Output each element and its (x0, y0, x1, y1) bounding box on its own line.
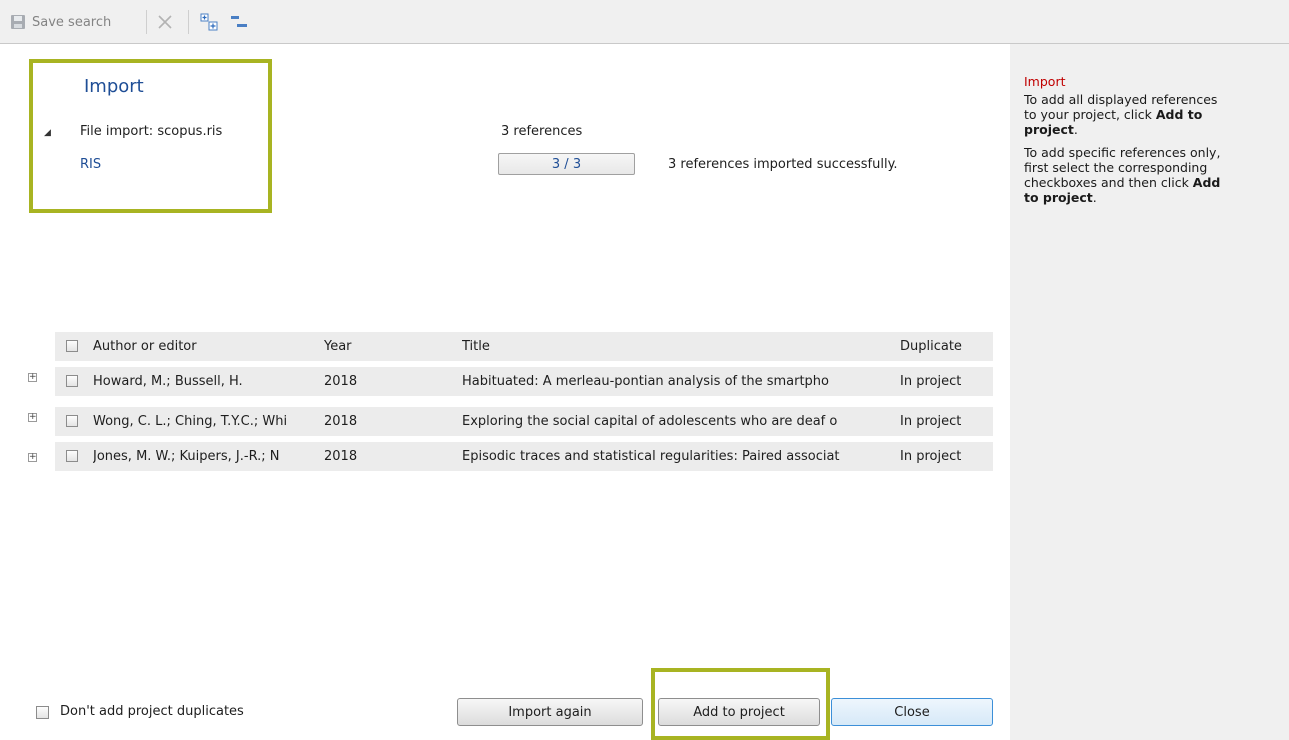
collapse-all-button[interactable] (230, 9, 248, 35)
help-paragraph: To add specific references only, first s… (1024, 145, 1224, 205)
row-checkbox[interactable] (66, 450, 78, 462)
import-again-button[interactable]: Import again (457, 698, 643, 726)
expand-row-icon[interactable]: + (28, 413, 37, 422)
cell-year: 2018 (324, 449, 358, 464)
save-search-button[interactable]: Save search (10, 9, 111, 35)
toolbar: Save search (0, 0, 1289, 44)
delete-button[interactable] (157, 9, 173, 35)
save-search-label: Save search (32, 14, 112, 30)
cell-author: Jones, M. W.; Kuipers, J.-R.; N (93, 449, 280, 464)
table-row[interactable]: Jones, M. W.; Kuipers, J.-R.; N 2018 Epi… (55, 442, 993, 471)
select-all-checkbox[interactable] (66, 340, 78, 352)
import-status: 3 references imported successfully. (668, 157, 898, 172)
cell-year: 2018 (324, 414, 358, 429)
dont-add-duplicates-checkbox[interactable] (36, 706, 49, 719)
help-text: . (1092, 190, 1097, 205)
cell-title: Exploring the social capital of adolesce… (462, 414, 838, 429)
help-text: . (1073, 122, 1078, 137)
cell-author: Wong, C. L.; Ching, T.Y.C.; Whi (93, 414, 288, 429)
help-text: To add specific references only, first s… (1024, 145, 1221, 190)
import-title: Import (84, 76, 144, 97)
table-row[interactable]: Wong, C. L.; Ching, T.Y.C.; Whi 2018 Exp… (55, 407, 993, 436)
cell-title: Habituated: A merleau-pontian analysis o… (462, 374, 829, 389)
cell-year: 2018 (324, 374, 358, 389)
cell-duplicate: In project (900, 449, 962, 464)
format-label: RIS (80, 157, 102, 172)
add-to-project-button[interactable]: Add to project (658, 698, 820, 726)
expand-row-icon[interactable]: + (28, 373, 37, 382)
save-icon (11, 15, 25, 29)
import-progress-bar: 3 / 3 (498, 153, 635, 175)
expand-all-icon (200, 13, 218, 31)
help-paragraph: To add all displayed references to your … (1024, 92, 1224, 137)
toolbar-separator (146, 10, 147, 34)
expand-row-icon[interactable]: + (28, 453, 37, 462)
header-title[interactable]: Title (462, 339, 490, 354)
dont-add-duplicates-label[interactable]: Don't add project duplicates (60, 704, 244, 719)
header-year[interactable]: Year (324, 339, 352, 354)
cell-duplicate: In project (900, 374, 962, 389)
cell-title: Episodic traces and statistical regulari… (462, 449, 840, 464)
progress-text: 3 / 3 (551, 156, 582, 172)
table-header: Author or editor Year Title Duplicate (55, 332, 993, 361)
delete-icon (158, 15, 172, 29)
help-title: Import (1024, 74, 1066, 89)
table-row[interactable]: Howard, M.; Bussell, H. 2018 Habituated:… (55, 367, 993, 396)
toolbar-separator (188, 10, 189, 34)
header-author[interactable]: Author or editor (93, 339, 197, 354)
row-checkbox[interactable] (66, 415, 78, 427)
expand-all-button[interactable] (200, 9, 218, 35)
collapse-all-icon (231, 16, 247, 27)
file-import-label: File import: scopus.ris (80, 124, 223, 139)
collapse-arrow-icon[interactable]: ◢ (44, 128, 51, 138)
cell-duplicate: In project (900, 414, 962, 429)
help-panel: Import To add all displayed references t… (1010, 44, 1289, 740)
cell-author: Howard, M.; Bussell, H. (93, 374, 243, 389)
row-checkbox[interactable] (66, 375, 78, 387)
header-duplicate[interactable]: Duplicate (900, 339, 962, 354)
reference-count: 3 references (501, 124, 583, 139)
close-button[interactable]: Close (831, 698, 993, 726)
